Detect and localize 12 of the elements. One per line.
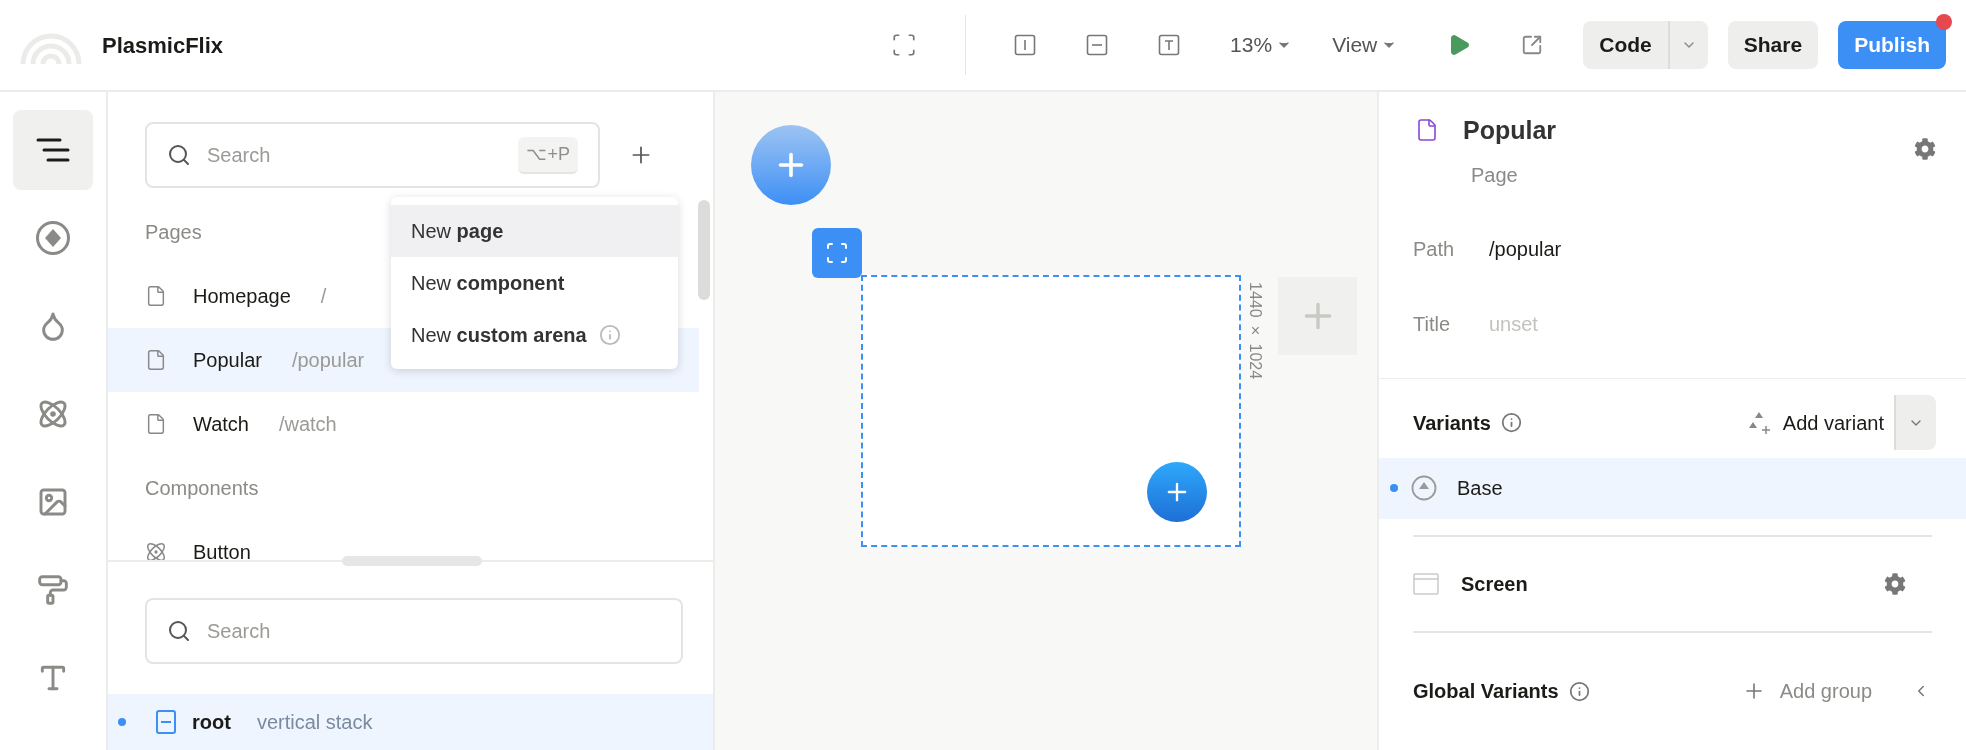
section-heading: Global Variants: [1413, 679, 1559, 705]
screen-label: Screen: [1461, 572, 1528, 598]
project-name: PlasmicFlix: [102, 31, 224, 60]
shortcut-hint: ⌥+P: [518, 136, 578, 174]
section-heading: Pages: [145, 220, 202, 245]
field-label: Title: [1413, 312, 1452, 337]
page-title: Popular: [1463, 115, 1557, 146]
frame-size-label: 1440 × 1024: [1246, 282, 1265, 380]
field-label: Path: [1413, 237, 1456, 262]
section-heading: Variants: [1413, 410, 1491, 436]
section-heading: Components: [145, 476, 259, 501]
page-type: Page: [1471, 162, 1519, 188]
